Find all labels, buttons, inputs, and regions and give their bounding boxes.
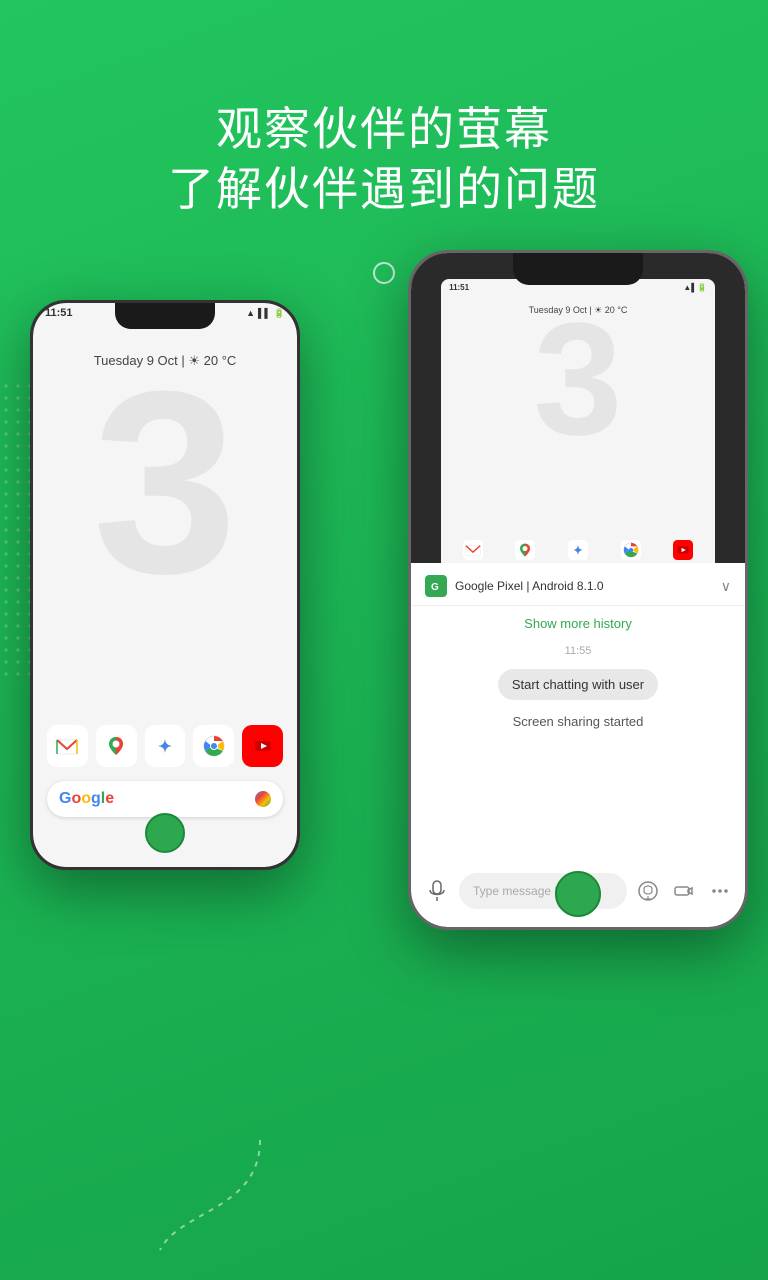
phone-left-time: 11:51 <box>45 307 73 319</box>
phone-right-screen: 11:51 ▲▌🔋 Tuesday 9 Oct | ☀ 20 °C 3 <box>411 253 745 927</box>
mirrored-chrome <box>617 536 645 564</box>
voice-search-icon[interactable] <box>255 791 271 807</box>
mirrored-content: 11:51 ▲▌🔋 Tuesday 9 Oct | ☀ 20 °C 3 <box>441 279 715 594</box>
header-line1: 观察伙伴的萤幕 <box>216 103 552 155</box>
photos-icon[interactable] <box>145 725 186 767</box>
phone-left-status-icons: ▲ ▌▌ 🔋 <box>246 308 285 319</box>
screen-sharing-status: Screen sharing started <box>411 708 745 735</box>
battery-icon: 🔋 <box>274 308 285 319</box>
microphone-button[interactable] <box>421 875 453 907</box>
header-line2: 了解伙伴遇到的问题 <box>168 163 600 215</box>
wifi-icon: ▲ <box>246 308 255 318</box>
mirrored-app-icons <box>449 536 707 564</box>
dotted-curve-decoration <box>100 1130 320 1260</box>
header-section: 观察伙伴的萤幕 了解伙伴遇到的问题 <box>0 100 768 220</box>
more-options-button[interactable] <box>705 876 735 906</box>
phone-right-frame: 11:51 ▲▌🔋 Tuesday 9 Oct | ☀ 20 °C 3 <box>408 250 748 930</box>
phone-left-app-dock <box>47 725 283 767</box>
phone-right: 11:51 ▲▌🔋 Tuesday 9 Oct | ☀ 20 °C 3 <box>408 250 748 930</box>
google-logo: Google <box>59 790 114 808</box>
mirrored-signal: ▲▌🔋 <box>683 283 707 292</box>
phone-left-screen: 11:51 ▲ ▌▌ 🔋 Tuesday 9 Oct | ☀ 20 °C 3 <box>33 303 297 867</box>
chat-bubble-container: Start chatting with user <box>425 665 731 704</box>
chevron-down-icon[interactable]: ∨ <box>721 578 731 595</box>
mirrored-photos <box>564 536 592 564</box>
chat-panel: G Google Pixel | Android 8.1.0 ∨ Show mo… <box>411 563 745 927</box>
phone-right-notch <box>513 253 643 285</box>
audio-action-button[interactable] <box>633 876 663 906</box>
signal-icon: ▌▌ <box>258 308 271 318</box>
mirrored-maps <box>511 536 539 564</box>
video-action-button[interactable] <box>669 876 699 906</box>
chrome-icon[interactable] <box>193 725 234 767</box>
phone-left: 11:51 ▲ ▌▌ 🔋 Tuesday 9 Oct | ☀ 20 °C 3 <box>30 300 300 870</box>
chat-app-icon: G <box>425 575 447 597</box>
mirrored-time: 11:51 <box>449 283 469 292</box>
show-history-button[interactable]: Show more history <box>411 606 745 641</box>
screen-mirror-area: 11:51 ▲▌🔋 Tuesday 9 Oct | ☀ 20 °C 3 <box>411 253 745 603</box>
phone-left-digit: 3 <box>33 353 297 613</box>
maps-icon[interactable] <box>96 725 137 767</box>
device-info-text: Google Pixel | Android 8.1.0 <box>455 579 721 593</box>
phone-left-google-bar[interactable]: Google <box>47 781 283 817</box>
gmail-icon[interactable] <box>47 725 88 767</box>
svg-text:G: G <box>431 582 439 593</box>
chat-timestamp: 11:55 <box>411 641 745 661</box>
message-input[interactable]: Type message here <box>459 873 627 909</box>
phone-left-home-button[interactable] <box>145 813 185 853</box>
mirrored-gmail <box>459 536 487 564</box>
mirrored-digit: 3 <box>441 299 715 459</box>
circle-decoration <box>373 262 395 284</box>
phone-left-status-bar: 11:51 ▲ ▌▌ 🔋 <box>45 307 285 319</box>
chat-bubble: Start chatting with user <box>498 669 658 700</box>
phone-left-frame: 11:51 ▲ ▌▌ 🔋 Tuesday 9 Oct | ☀ 20 °C 3 <box>30 300 300 870</box>
phone-right-home-button[interactable] <box>555 871 601 917</box>
chat-header: G Google Pixel | Android 8.1.0 ∨ <box>411 563 745 606</box>
youtube-icon[interactable] <box>242 725 283 767</box>
mirrored-youtube <box>669 536 697 564</box>
